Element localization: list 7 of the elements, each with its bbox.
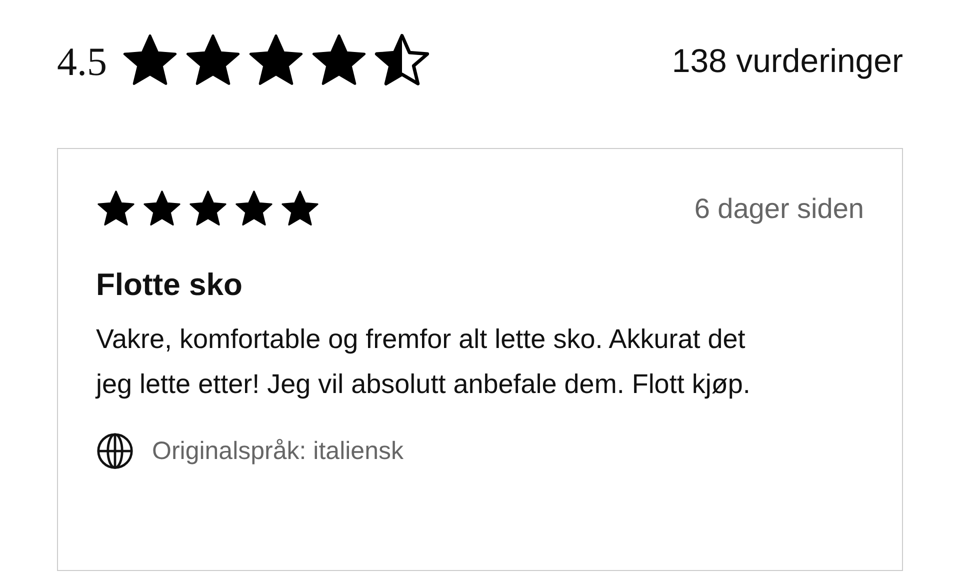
- review-date: 6 dager siden: [694, 193, 864, 225]
- globe-icon: [96, 432, 134, 470]
- average-rating: 4.5: [57, 38, 107, 84]
- original-language: Originalspråk: italiensk: [152, 436, 404, 466]
- review-text: Vakre, komfortable og fremfor alt lette sko. Akkurat det jeg lette etter! Jeg vil absolutt anbefale dem. Flott kjøp.: [96, 323, 752, 401]
- review-title: Flotte sko: [96, 267, 244, 303]
- rating-count: 138 vurderinger: [672, 42, 903, 80]
